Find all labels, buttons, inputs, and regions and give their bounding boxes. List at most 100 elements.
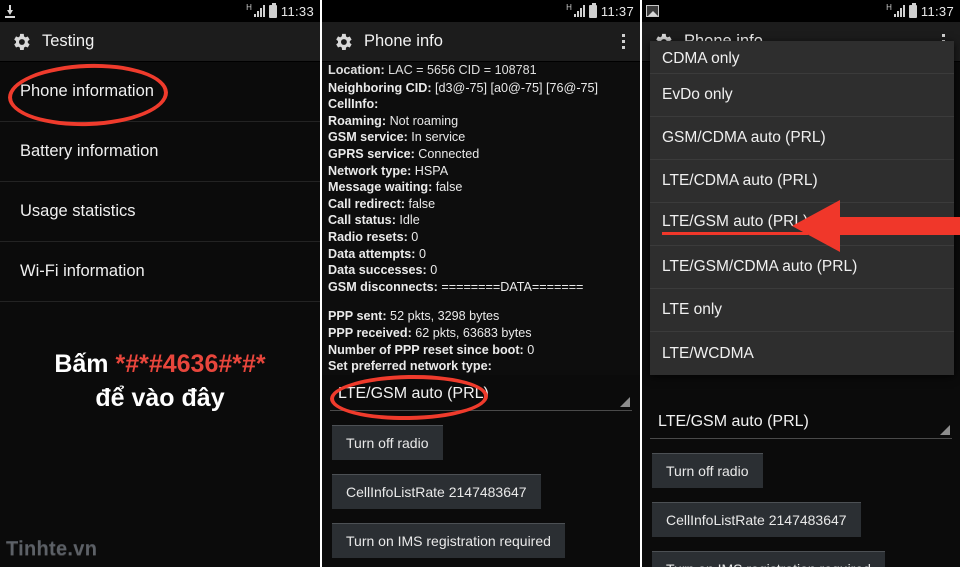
button-row: Turn on IMS registration required [322, 509, 640, 558]
panel-phone-info: H 11:37 Phone info Location: LAC = 5656 … [320, 0, 640, 567]
instruction-line-2: để vào đây [95, 383, 225, 412]
dropdown-option-label: LTE/GSM/CDMA auto (PRL) [662, 258, 858, 275]
info-value: 0 [407, 229, 419, 244]
dropdown-option-lte-only[interactable]: LTE only [650, 289, 954, 332]
info-row: Message waiting: false [328, 179, 640, 196]
info-row: GPRS service: Connected [328, 146, 640, 163]
info-value: 52 pkts, 3298 bytes [386, 309, 500, 324]
sidebar-item-wifi-information[interactable]: Wi-Fi information [0, 242, 320, 302]
status-clock: 11:37 [600, 3, 634, 19]
dropdown-option-cdma-only[interactable]: CDMA only [650, 41, 954, 74]
info-value: false [405, 196, 436, 211]
info-key: PPP sent: [328, 309, 387, 324]
info-value: Idle [395, 213, 420, 228]
info-key: Network type: [328, 163, 412, 178]
info-value: LAC = 5656 CID = 108781 [384, 63, 537, 77]
dropdown-option-evdo-only[interactable]: EvDo only [650, 74, 954, 117]
network-type-indicator: H [246, 2, 252, 12]
panel-network-type-dropdown: H 11:37 Phone info LTE/GSM auto (PRL) Tu… [640, 0, 960, 567]
network-type-indicator: H [886, 2, 892, 12]
sidebar-item-phone-information[interactable]: Phone information [0, 62, 320, 122]
info-row: Radio resets: 0 [328, 229, 640, 246]
dropdown-option-gsm-cdma-auto[interactable]: GSM/CDMA auto (PRL) [650, 117, 954, 160]
info-value: In service [407, 130, 466, 145]
info-key: Location: [328, 63, 385, 77]
cellinfolistrate-button[interactable]: CellInfoListRate 2147483647 [652, 502, 861, 537]
info-row: GSM disconnects: ========DATA======= [328, 279, 640, 296]
info-key: Radio resets: [328, 229, 408, 244]
status-bar-left: H 11:33 [0, 0, 320, 22]
info-row: Roaming: Not roaming [328, 113, 640, 130]
info-value: 62 pkts, 63683 bytes [411, 325, 532, 340]
dropdown-option-label: LTE only [662, 301, 723, 318]
turn-off-radio-button[interactable]: Turn off radio [332, 424, 443, 460]
sidebar-item-usage-statistics[interactable]: Usage statistics [0, 182, 320, 242]
preferred-network-type-spinner[interactable]: LTE/GSM auto (PRL) [650, 407, 952, 439]
info-key: Set preferred network type: [328, 359, 492, 374]
info-row: Data attempts: 0 [328, 246, 640, 263]
info-key: GSM service: [328, 130, 408, 145]
instruction-text: Bấm *#*#4636#*#* để vào đây [0, 302, 320, 416]
action-bar-testing: Testing [0, 22, 320, 62]
instruction-line-1: Bấm *#*#4636#*#* [10, 348, 310, 382]
network-type-indicator: H [566, 2, 572, 12]
watermark: Tinhte.vn [6, 538, 98, 560]
info-row: GSM service: In service [328, 129, 640, 146]
dropdown-option-label: LTE/GSM auto (PRL) [662, 213, 809, 235]
info-key: GPRS service: [328, 146, 415, 161]
button-row: Turn on IMS registration required [642, 537, 960, 567]
dropdown-option-lte-wcdma[interactable]: LTE/WCDMA [650, 332, 954, 375]
info-row: Location: LAC = 5656 CID = 108781 [328, 62, 640, 79]
info-key: Roaming: [328, 113, 387, 128]
dropdown-option-label: CDMA only [662, 50, 740, 67]
cellinfolistrate-button[interactable]: CellInfoListRate 2147483647 [332, 473, 541, 509]
info-row: Network type: HSPA [328, 163, 640, 180]
page-title: Phone info [364, 32, 443, 50]
page-title: Testing [42, 32, 95, 50]
dropdown-option-label: LTE/CDMA auto (PRL) [662, 172, 818, 189]
info-value: 0 [523, 342, 535, 357]
ims-registration-button[interactable]: Turn on IMS registration required [332, 522, 565, 558]
button-row: CellInfoListRate 2147483647 [322, 460, 640, 509]
status-bar-right: H 11:37 [642, 0, 960, 22]
info-key: Neighboring CID: [328, 80, 432, 95]
dropdown-option-lte-cdma-auto[interactable]: LTE/CDMA auto (PRL) [650, 160, 954, 203]
button-row: Turn off radio [642, 439, 960, 488]
info-row: Set preferred network type: [328, 358, 640, 375]
info-row: Call status: Idle [328, 212, 640, 229]
status-bar-middle: H 11:37 [322, 0, 640, 22]
action-bar-phone-info: Phone info [322, 22, 640, 62]
info-key: Number of PPP reset since boot: [328, 342, 524, 357]
network-type-dropdown-menu[interactable]: CDMA only EvDo only GSM/CDMA auto (PRL) … [650, 41, 954, 375]
info-row: Call redirect: false [328, 196, 640, 213]
gear-icon [10, 31, 32, 53]
info-row: Data successes: 0 [328, 262, 640, 279]
testing-list: Phone information Battery information Us… [0, 62, 320, 302]
dialer-code: *#*#4636#*#* [115, 350, 266, 378]
gear-icon [332, 31, 354, 53]
info-key: GSM disconnects: [328, 279, 438, 294]
ims-registration-button[interactable]: Turn on IMS registration required [652, 551, 885, 567]
info-value: 0 [415, 246, 426, 261]
info-row: Neighboring CID: [d3@-75] [a0@-75] [76@-… [328, 80, 640, 97]
info-key: Data successes: [328, 263, 427, 278]
battery-icon [588, 2, 597, 18]
info-value: [d3@-75] [a0@-75] [76@-75] [431, 80, 599, 95]
dropdown-option-lte-gsm-cdma-auto[interactable]: LTE/GSM/CDMA auto (PRL) [650, 246, 954, 289]
turn-off-radio-button[interactable]: Turn off radio [652, 453, 763, 488]
info-row: CellInfo: [328, 96, 640, 113]
signal-bars-icon [253, 5, 265, 17]
info-key: Message waiting: [328, 180, 433, 195]
overflow-menu-icon[interactable] [614, 34, 632, 49]
button-row: Turn off radio [322, 411, 640, 460]
dropdown-option-label: EvDo only [662, 86, 733, 103]
signal-bars-icon [893, 5, 905, 17]
info-value: Connected [414, 146, 480, 161]
panel-testing: H 11:33 Testing Phone information Batter… [0, 0, 320, 567]
info-key: Call redirect: [328, 196, 405, 211]
dropdown-option-lte-gsm-auto[interactable]: LTE/GSM auto (PRL) [650, 203, 954, 246]
preferred-network-type-spinner[interactable]: LTE/GSM auto (PRL) [330, 379, 632, 411]
sidebar-item-battery-information[interactable]: Battery information [0, 122, 320, 182]
dropdown-option-label: GSM/CDMA auto (PRL) [662, 129, 826, 146]
